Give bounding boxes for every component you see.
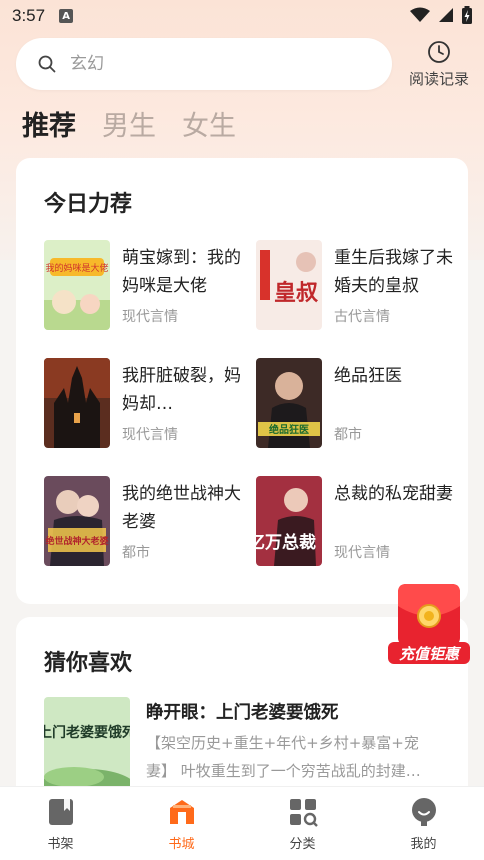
book-title[interactable]: 睁开眼：上门老婆要饿死 (146, 699, 339, 724)
tab-recommend[interactable]: 推荐 (22, 104, 76, 143)
book-cover: 我的妈咪是大佬 (44, 240, 110, 330)
book-title: 总裁的私宠甜妻 (334, 484, 453, 504)
recommend-title: 今日力荐 (44, 192, 133, 217)
cover-title-text: 皇叔 (274, 280, 319, 306)
status-bar: 3:57 A (0, 0, 484, 32)
cover-title-text: 我的妈咪是大佬 (45, 262, 108, 274)
book-cover: 亿万总裁 (256, 476, 322, 566)
book-item[interactable]: 亿万总裁 总裁的私宠甜妻 现代言情 (256, 476, 456, 568)
category-icon (289, 799, 318, 827)
notification-app-icon: A (59, 9, 74, 23)
book-item[interactable]: 绝品狂医 绝品狂医 都市 (256, 358, 456, 450)
book-genre: 都市 (122, 545, 150, 561)
book-cover[interactable]: 上门老婆要饿死 (44, 697, 130, 797)
book-description: 【架空历史+重生+年代+乡村+暴富+宠妻】 叶牧重生到了一个穷苦战乱的封建… (146, 734, 421, 780)
book-cover: 绝品狂医 (256, 358, 322, 448)
book-title: 绝品狂医 (334, 366, 402, 386)
search-input[interactable] (70, 54, 350, 74)
nav-profile[interactable]: 我的 (384, 787, 464, 860)
reading-history-button[interactable]: 阅读记录 (402, 40, 476, 90)
search-icon (38, 55, 56, 73)
book-item[interactable]: 我肝脏破裂，妈妈却… 现代言情 (44, 358, 244, 450)
book-title: 我的绝世战神大老婆 (122, 484, 241, 532)
guess-title: 猜你喜欢 (44, 651, 133, 676)
book-title: 重生后我嫁了未婚夫的皇叔 (334, 248, 453, 296)
nav-category[interactable]: 分类 (263, 787, 343, 860)
cover-title-text: 绝品狂医 (269, 423, 309, 436)
book-cover (44, 358, 110, 448)
nav-label: 书城 (168, 837, 195, 852)
tab-female[interactable]: 女生 (182, 104, 236, 143)
profile-icon (411, 798, 436, 826)
book-genre: 现代言情 (122, 309, 178, 325)
cover-title-text: 绝世战神大老婆 (45, 535, 108, 547)
status-icons (410, 6, 472, 24)
signal-icon (439, 8, 453, 22)
book-cover: 绝世战神大老婆 (44, 476, 110, 566)
nav-bookshelf[interactable]: 书架 (21, 787, 101, 860)
book-item[interactable]: 皇叔 重生后我嫁了未婚夫的皇叔 古代言情 (256, 240, 456, 332)
book-genre: 古代言情 (334, 309, 390, 325)
recommend-section: 今日力荐 我的妈咪是大佬 萌宝嫁到：我的妈咪是大佬 现代言情 皇叔 重生后我嫁了… (16, 158, 468, 604)
wifi-icon (410, 7, 430, 22)
battery-icon (462, 6, 472, 24)
book-title: 我肝脏破裂，妈妈却… (122, 366, 241, 414)
bottom-navigation: 书架 书城 分类 我的 (0, 786, 484, 860)
reading-history-label: 阅读记录 (408, 70, 469, 88)
nav-label: 我的 (410, 837, 437, 852)
clock-icon (428, 41, 450, 63)
recharge-promo-badge[interactable]: 充值钜惠 (386, 582, 472, 666)
nav-store[interactable]: 书城 (142, 787, 222, 860)
book-genre: 现代言情 (334, 545, 390, 561)
promo-label: 充值钜惠 (399, 645, 462, 663)
bookshelf-icon (48, 799, 73, 825)
nav-label: 分类 (289, 837, 316, 852)
tab-male[interactable]: 男生 (102, 104, 156, 143)
book-genre: 现代言情 (122, 427, 178, 443)
store-icon (169, 800, 194, 824)
cover-title-text: 亿万总裁 (256, 532, 316, 553)
book-item[interactable]: 绝世战神大老婆 我的绝世战神大老婆 都市 (44, 476, 244, 568)
channel-tabs: 推荐 男生 女生 (22, 104, 236, 143)
book-item[interactable]: 我的妈咪是大佬 萌宝嫁到：我的妈咪是大佬 现代言情 (44, 240, 244, 332)
book-cover: 皇叔 (256, 240, 322, 330)
search-bar[interactable] (16, 38, 392, 90)
cover-title-text: 上门老婆要饿死 (44, 724, 130, 741)
status-time: 3:57 (12, 6, 46, 25)
nav-label: 书架 (47, 837, 74, 852)
book-genre: 都市 (334, 427, 362, 443)
book-title: 萌宝嫁到：我的妈咪是大佬 (122, 248, 241, 296)
